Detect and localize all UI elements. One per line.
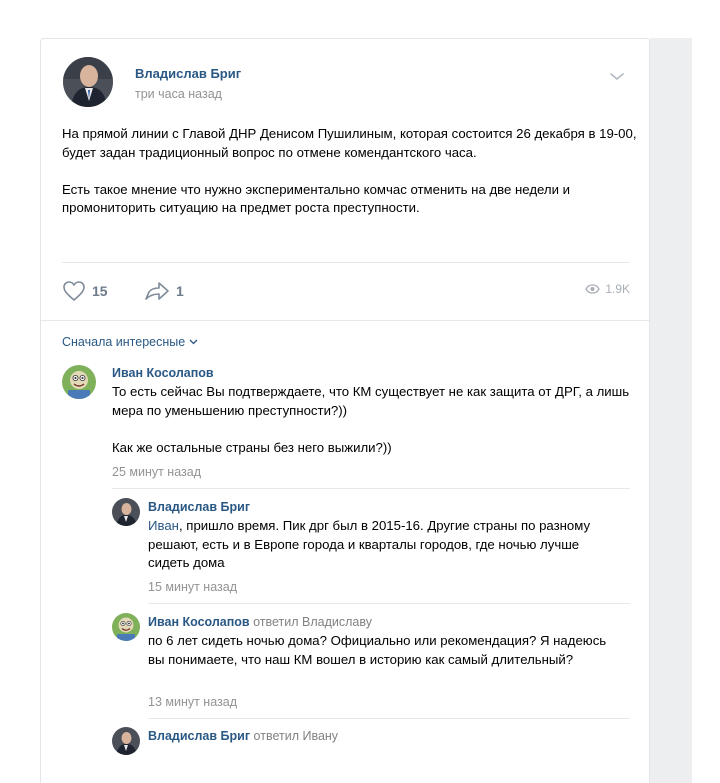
reply-author[interactable]: Иван Косолапов [148, 615, 250, 629]
views-count: 1.9K [605, 282, 630, 296]
right-sidebar-strip [650, 38, 692, 783]
comment-paragraph: Как же остальные страны без него выжили?… [112, 439, 392, 455]
post-paragraph: На прямой линии с Главой ДНР Денисом Пуш… [62, 126, 637, 160]
comments-sort-dropdown[interactable]: Сначала интересные [62, 335, 198, 349]
reply-author-line: Владислав Бриг ответил Ивану [148, 729, 338, 743]
post-author-name[interactable]: Владислав Бриг [135, 66, 241, 81]
sort-chevron-icon [189, 339, 198, 345]
reply-avatar[interactable] [112, 498, 140, 526]
comments-sort-label: Сначала интересные [62, 335, 186, 349]
post-paragraph: Есть такое мнение что нужно эксперимента… [62, 181, 571, 216]
reply-mention-link[interactable]: Иван [148, 518, 179, 533]
reply-divider [148, 603, 630, 604]
post-divider [62, 262, 630, 263]
post-actions: 15 1 1.9K [62, 279, 630, 303]
post-timestamp[interactable]: три часа назад [135, 87, 222, 101]
comment-author[interactable]: Иван Косолапов [112, 366, 214, 380]
like-count: 15 [92, 283, 108, 299]
reply-text: Иван, пришло время. Пик дрг был в 2015-1… [148, 517, 623, 573]
comment-divider [112, 488, 630, 489]
heart-icon [63, 281, 85, 301]
post-text: На прямой линии с Главой ДНР Денисом Пуш… [62, 125, 642, 218]
chevron-down-icon[interactable] [609, 69, 625, 81]
author-avatar[interactable] [63, 57, 113, 107]
reply-replied-to[interactable]: ответил Ивану [254, 729, 339, 743]
comment-timestamp[interactable]: 25 минут назад [112, 465, 201, 479]
reply-divider [148, 718, 630, 719]
reply-timestamp[interactable]: 15 минут назад [148, 580, 237, 594]
like-button[interactable]: 15 [62, 279, 108, 303]
reply-timestamp[interactable]: 13 минут назад [148, 695, 237, 709]
views-counter: 1.9K [585, 282, 630, 296]
comments-divider [41, 320, 649, 321]
reply-avatar[interactable] [112, 727, 140, 755]
comment-text: То есть сейчас Вы подтверждаете, что КМ … [112, 383, 632, 457]
share-button[interactable]: 1 [144, 279, 184, 303]
reply-text: по 6 лет сидеть ночью дома? Официально и… [148, 632, 618, 669]
post-card: Владислав Бриг три часа назад На прямой … [40, 38, 650, 783]
commenter-avatar[interactable] [62, 365, 96, 399]
reply-replied-to[interactable]: ответил Владиславу [253, 615, 372, 629]
comment-paragraph: То есть сейчас Вы подтверждаете, что КМ … [112, 384, 630, 418]
eye-icon [585, 284, 601, 294]
reply-avatar[interactable] [112, 613, 140, 641]
reply-author[interactable]: Владислав Бриг [148, 500, 250, 514]
reply-body: , пришло время. Пик дрг был в 2015-16. Д… [148, 518, 591, 570]
reply-author-line: Иван Косолапов ответил Владиславу [148, 615, 372, 629]
reply-author[interactable]: Владислав Бриг [148, 729, 250, 743]
reply-body: по 6 лет сидеть ночью дома? Официально и… [148, 633, 607, 667]
share-count: 1 [176, 283, 184, 299]
share-arrow-icon [145, 282, 169, 300]
